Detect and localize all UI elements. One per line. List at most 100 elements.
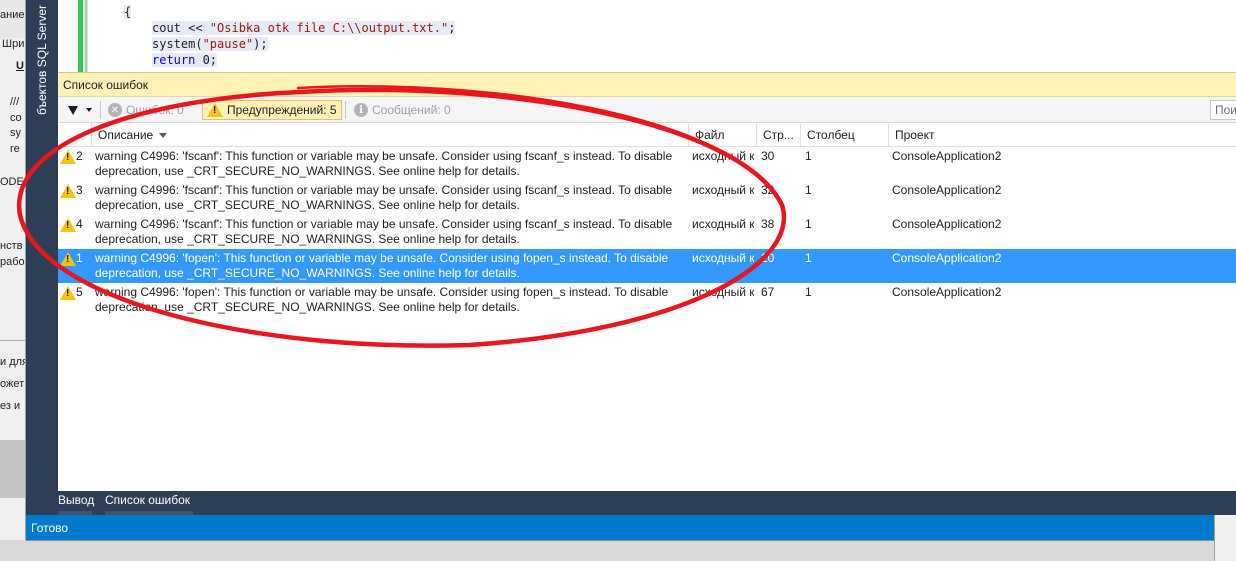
row-number: 4 (76, 217, 83, 231)
warning-icon (60, 150, 76, 164)
row-file: исходный к (692, 285, 754, 299)
column-header-description[interactable]: Описание (92, 123, 689, 147)
editor-gutter (58, 0, 88, 72)
code-editor[interactable]: { cout << "Osibka otk file C:\\output.tx… (58, 0, 1236, 72)
row-number: 3 (76, 183, 83, 197)
error-list-header: Описание Файл Стр... Столбец Проект (58, 123, 1236, 147)
bg-fragment: /// (10, 96, 20, 108)
messages-filter-button[interactable]: i Сообщений: 0 (350, 100, 455, 120)
changed-lines-marker (85, 0, 87, 72)
code-line-system: system("pause"); (152, 37, 268, 51)
bottom-tab-strip: Вывод Список ошибок (58, 491, 1236, 515)
table-row[interactable]: 5 warning C4996: 'fopen': This function … (58, 283, 1236, 317)
bg-fragment: нств (0, 240, 23, 252)
row-line: 38 (761, 217, 775, 231)
sql-server-tab-label: бъектов SQL Server (26, 0, 58, 120)
table-row-selected[interactable]: 1 warning C4996: 'fopen': This function … (58, 249, 1236, 283)
row-line: 20 (761, 251, 775, 265)
bg-fragment: рабо (0, 256, 25, 268)
bg-fragment: Шри (2, 38, 25, 50)
bg-fragment: U (16, 60, 24, 72)
bg-fragment: ез и (0, 400, 21, 412)
row-file: исходный к (692, 183, 754, 197)
chevron-down-icon (86, 108, 92, 112)
column-header-description-label: Описание (98, 128, 154, 142)
screenshot-root: ание: Шри U /// co sy re ODE нств рабо и… (0, 0, 1236, 561)
status-text: Готово (31, 521, 69, 535)
row-description: warning C4996: 'fopen': This function or… (95, 251, 669, 280)
status-bar: Готово (26, 515, 1214, 540)
code-line-cout: cout << "Osibka otk file C:\\output.txt.… (152, 21, 456, 35)
bg-panel (0, 440, 25, 498)
warnings-count-label: Предупреждений: 5 (227, 103, 337, 117)
tab-error-list[interactable]: Список ошибок (105, 491, 195, 515)
toolbar-separator (100, 101, 101, 119)
row-column: 1 (805, 217, 812, 231)
sort-descending-icon (159, 133, 168, 139)
info-icon: i (354, 103, 368, 117)
row-column: 1 (805, 285, 812, 299)
row-project: ConsoleApplication2 (892, 217, 1002, 231)
bg-fragment: ожет (0, 378, 25, 390)
row-number: 1 (76, 251, 83, 265)
code-line-brace: { (124, 5, 132, 19)
row-project: ConsoleApplication2 (892, 251, 1002, 265)
row-column: 1 (805, 149, 812, 163)
bg-fragment: и для (0, 356, 26, 368)
row-file: исходный к (692, 217, 754, 231)
warning-icon (60, 286, 76, 300)
errors-filter-button[interactable]: ✕ Ошибок: 0 (104, 100, 188, 120)
row-project: ConsoleApplication2 (892, 285, 1002, 299)
row-column: 1 (805, 183, 812, 197)
row-column: 1 (805, 251, 812, 265)
row-number: 5 (76, 285, 83, 299)
tab-output[interactable]: Вывод (58, 491, 94, 515)
warning-icon (60, 252, 76, 266)
row-description: warning C4996: 'fscanf': This function o… (95, 217, 673, 246)
bg-fragment: sy (10, 127, 21, 139)
tab-error-list-label: Список ошибок (105, 493, 191, 507)
window-border (26, 540, 1214, 541)
tab-output-label: Вывод (58, 493, 95, 507)
column-header-column[interactable]: Столбец (801, 123, 889, 147)
column-header-project[interactable]: Проект (889, 123, 1236, 147)
row-project: ConsoleApplication2 (892, 183, 1002, 197)
column-header-file[interactable]: Файл (689, 123, 757, 147)
sql-server-tab-text: бъектов SQL Server (35, 4, 49, 116)
error-list-title: Список ошибок (58, 73, 1236, 97)
code-line-return: return 0; (152, 53, 218, 67)
sql-server-explorer-tab[interactable]: бъектов SQL Server (26, 0, 58, 515)
scrollbar-strip[interactable] (1214, 515, 1236, 561)
row-file: исходный к (692, 149, 754, 163)
error-icon: ✕ (108, 103, 122, 117)
row-line: 32 (761, 183, 775, 197)
column-header-icon[interactable] (58, 123, 92, 147)
row-line: 30 (761, 149, 775, 163)
errors-count-label: Ошибок: 0 (126, 103, 184, 117)
background-window: ание: Шри U /// co sy re ODE нств рабо и… (0, 0, 26, 561)
bg-fragment: co (10, 112, 22, 124)
row-project: ConsoleApplication2 (892, 149, 1002, 163)
warnings-filter-button[interactable]: Предупреждений: 5 (202, 100, 342, 120)
row-line: 67 (761, 285, 775, 299)
bg-fragment: re (10, 143, 20, 155)
error-list-toolbar: ✕ Ошибок: 0 Предупреждений: 5 i Сообщени… (58, 97, 1236, 123)
row-description: warning C4996: 'fscanf': This function o… (95, 183, 673, 212)
table-row[interactable]: 2 warning C4996: 'fscanf': This function… (58, 147, 1236, 181)
error-list-rows: 2 warning C4996: 'fscanf': This function… (58, 147, 1236, 317)
changed-lines-marker (78, 0, 83, 72)
column-header-line[interactable]: Стр... (757, 123, 801, 147)
row-file: исходный к (692, 251, 754, 265)
filter-dropdown[interactable] (64, 100, 96, 120)
error-list-panel: Список ошибок ✕ Ошибок: 0 Предупреждений… (58, 72, 1236, 491)
table-row[interactable]: 3 warning C4996: 'fscanf': This function… (58, 181, 1236, 215)
desktop-area (0, 540, 1236, 561)
warning-icon (60, 218, 76, 232)
toolbar-separator (345, 101, 346, 119)
row-description: warning C4996: 'fopen': This function or… (95, 285, 669, 314)
bg-fragment: ODE (0, 176, 24, 188)
table-row[interactable]: 4 warning C4996: 'fscanf': This function… (58, 215, 1236, 249)
messages-count-label: Сообщений: 0 (372, 103, 451, 117)
error-list-search-input[interactable]: Пои (1210, 100, 1236, 120)
row-description: warning C4996: 'fscanf': This function o… (95, 149, 673, 178)
